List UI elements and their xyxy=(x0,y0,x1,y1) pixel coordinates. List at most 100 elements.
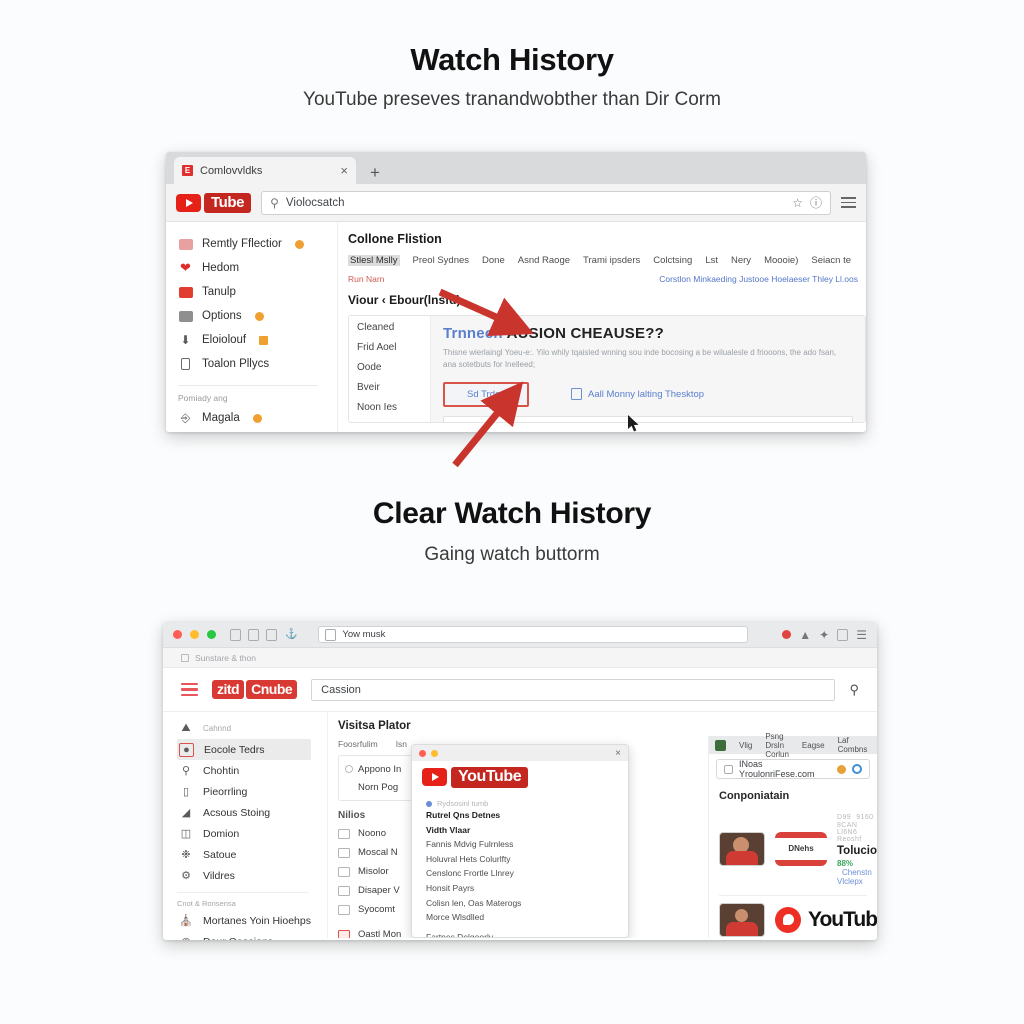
video-link[interactable]: Chenstn Vlclepx xyxy=(837,868,872,886)
sidebar-home-row[interactable]: ⛰ Cahnnd xyxy=(177,718,327,739)
page-title-2: Clear Watch History xyxy=(372,497,652,530)
filter-chip[interactable]: Seiacn te xyxy=(811,255,851,266)
filter-chip[interactable]: Moooie) xyxy=(764,255,798,266)
warning-icon[interactable]: ▲ xyxy=(799,629,811,641)
pin-icon[interactable]: ⚓ xyxy=(285,629,297,640)
menu-item[interactable]: Fannis Mdvig Fulrnless xyxy=(426,839,628,854)
sidebar-item-dour-qaesions[interactable]: ◉ Dour Qaesions xyxy=(177,931,327,941)
close-traffic-light[interactable] xyxy=(419,749,426,757)
cast-icon[interactable] xyxy=(837,628,849,641)
menu-item[interactable]: Holuvral Hets Colurlfty xyxy=(426,854,628,869)
list-item[interactable]: Noon Ies xyxy=(357,402,430,422)
extension-icon[interactable]: ✦ xyxy=(819,629,829,641)
sidebar-toggle-icon[interactable] xyxy=(230,628,241,641)
main-content: Visitsa Plator Foosrfulim Isn Appono In … xyxy=(328,712,877,938)
list-item[interactable]: Cleaned xyxy=(357,322,430,342)
close-traffic-light[interactable] xyxy=(173,630,182,639)
sidebar-item-toalon[interactable]: Toalon Pllycs xyxy=(178,352,337,376)
video-row[interactable]: DNehs D999160 8CAN Ll6N6 Reoshf Tolucio… xyxy=(709,802,877,886)
close-icon[interactable]: × xyxy=(615,748,621,759)
radio-icon[interactable] xyxy=(345,783,353,791)
sidebar-item-chohtin[interactable]: ⚲ Chohtin xyxy=(177,760,327,781)
search-input[interactable]: ⚲ Violocsatch ☆ ⓘ xyxy=(261,190,831,215)
menu-item[interactable]: Vidth Vlaar xyxy=(426,825,628,840)
menu-item[interactable]: Colisn len, Oas Materogs xyxy=(426,898,628,913)
reader-icon[interactable] xyxy=(266,628,277,641)
hamburger-icon[interactable] xyxy=(841,194,856,211)
filter-chip[interactable]: Asnd Raoge xyxy=(518,255,570,266)
sidebar-item-hedom[interactable]: ❤ Hedom xyxy=(178,256,337,280)
menu-item[interactable]: Censlonc Frortle Llnrey xyxy=(426,868,628,883)
text-input[interactable] xyxy=(443,415,853,422)
site-logo[interactable]: zitd Cnube xyxy=(212,680,298,699)
list-item[interactable]: Oode xyxy=(357,362,430,382)
sidebar-item-vildres[interactable]: ⚙ Vildres xyxy=(177,865,327,886)
sidebar-item-mange[interactable]: Mange xyxy=(178,430,337,432)
filter-chip[interactable]: Trami ipsders xyxy=(583,255,640,266)
sidebar-item-magala[interactable]: ⎆ Magala xyxy=(178,406,337,430)
maximize-traffic-light[interactable] xyxy=(207,630,216,639)
reload-icon[interactable] xyxy=(852,764,862,774)
menu-icon[interactable]: ☰ xyxy=(856,629,867,641)
hamburger-icon[interactable] xyxy=(181,680,198,700)
menu-item[interactable]: Honsit Payrs xyxy=(426,883,628,898)
sidebar-item-domion[interactable]: ◫ Domion xyxy=(177,823,327,844)
browser-tab[interactable]: E Comlovvldks × xyxy=(174,157,356,184)
filter-chip[interactable]: Preol Sydnes xyxy=(413,255,470,266)
bottle-icon xyxy=(178,358,193,371)
account-icon: ● xyxy=(179,742,194,757)
filter-chip[interactable]: Stlesl Mslly xyxy=(348,255,400,266)
right-address-bar[interactable]: INoas YroulonriFese.com xyxy=(716,759,870,779)
menu-item[interactable]: Morce Wlsdlled xyxy=(426,912,628,927)
sidebar-item-options[interactable]: Options xyxy=(178,304,337,328)
bookmark-label[interactable]: Sunstare & thon xyxy=(195,653,256,663)
minimize-traffic-light[interactable] xyxy=(431,749,438,757)
tab-isn[interactable]: Isn xyxy=(396,739,407,749)
sidebar-item-mortanes[interactable]: ⛪ Mortanes Yoin Hioehps xyxy=(177,910,327,931)
filter-chip[interactable]: Lst xyxy=(705,255,718,266)
filter-chip[interactable]: Nery xyxy=(731,255,751,266)
close-icon[interactable]: × xyxy=(340,164,348,177)
sidebar-item-acsous-stoing[interactable]: ◢ Acsous Stoing xyxy=(177,802,327,823)
sidebar-item-satoue[interactable]: ❉ Satoue xyxy=(177,844,327,865)
promo-row[interactable]: YouTube Tolole xyxy=(709,896,877,937)
sidebar-item-eloiolouf[interactable]: ⬇ Eloiolouf xyxy=(178,328,337,352)
filter-chip[interactable]: Done xyxy=(482,255,505,266)
tab-foosrfulim[interactable]: Foosrfulim xyxy=(338,739,378,749)
tab[interactable]: Laf Combns xyxy=(838,736,868,754)
search-input[interactable]: Cassion xyxy=(311,678,836,701)
menu-item[interactable]: Fartnes Delgoorly xyxy=(426,932,628,937)
minimize-traffic-light[interactable] xyxy=(190,630,199,639)
tab[interactable]: Vlig xyxy=(739,741,752,750)
search-icon[interactable]: ⚲ xyxy=(849,682,859,698)
list-item-selected[interactable]: Frid Aoel xyxy=(357,342,396,353)
blue-note[interactable]: Corstlon Minkaeding Justooe Hoelaeser Th… xyxy=(659,274,858,284)
search-value: Violocsatch xyxy=(285,196,345,209)
sidebar-item-label: Hedom xyxy=(202,262,240,274)
sidebar-item-pieorrling[interactable]: ▯ Pieorrling xyxy=(177,781,327,802)
tab-overview-icon[interactable] xyxy=(248,628,259,641)
bookmarks-bar: Sunstare & thon xyxy=(163,648,877,668)
primary-action-button[interactable]: Sd Trdes xyxy=(443,381,530,407)
tab[interactable]: Eagse xyxy=(802,741,825,750)
person-icon: ⎆ xyxy=(180,410,191,425)
shield-icon[interactable] xyxy=(782,630,792,639)
sidebar-item-remtly[interactable]: Remtly Fflectior xyxy=(178,232,337,256)
tab[interactable]: Psng Drsln Corlun xyxy=(765,732,789,759)
sidebar-item-tanulp[interactable]: Tanulp xyxy=(178,280,337,304)
star-icon[interactable]: ☆ xyxy=(792,197,803,209)
sidebar-item-eocole-tedrs[interactable]: ● Eocole Tedrs xyxy=(177,739,311,760)
video-thumbnail xyxy=(719,831,765,866)
new-tab-button[interactable]: + xyxy=(370,164,380,181)
list-item[interactable]: Bveir xyxy=(357,382,430,402)
menu-item[interactable]: Rutrel Qns Detnes xyxy=(426,810,628,825)
filter-chip[interactable]: Colctsing xyxy=(653,255,692,266)
address-bar[interactable]: Yow musk xyxy=(318,626,749,643)
info-icon[interactable]: ⓘ xyxy=(810,197,822,209)
radio-icon[interactable] xyxy=(345,765,353,773)
overlay-brand[interactable]: YouTube xyxy=(412,761,628,793)
notification-icon[interactable] xyxy=(837,764,846,774)
secondary-link[interactable]: Aall Monny lalting Thesktop xyxy=(571,388,704,401)
section-title: Conponiatain xyxy=(719,790,790,802)
youtube-logo[interactable]: Tube xyxy=(176,192,252,213)
